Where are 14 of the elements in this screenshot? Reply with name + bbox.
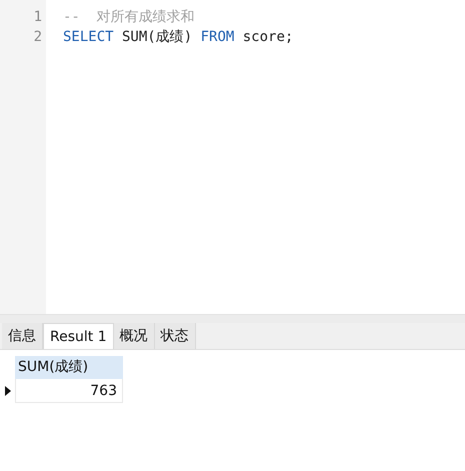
result-tab[interactable]: 状态	[154, 323, 196, 349]
line-number: 2	[32, 28, 43, 47]
table-cell: 763	[15, 379, 123, 403]
result-tab[interactable]: 概况	[114, 323, 155, 349]
result-tab[interactable]: 信息	[2, 323, 43, 349]
code-comment: -- 对所有成绩求和	[63, 9, 195, 25]
sql-keyword: SELECT	[63, 29, 114, 45]
code-text: SUM(成绩)	[121, 29, 194, 45]
sql-keyword: FROM	[200, 29, 234, 45]
column-header[interactable]: SUM(成绩)	[15, 356, 123, 379]
code-text: score;	[242, 29, 294, 45]
pane-splitter[interactable]	[0, 314, 465, 323]
line-number: 1	[32, 8, 43, 27]
result-tab[interactable]: Result 1	[43, 323, 114, 349]
